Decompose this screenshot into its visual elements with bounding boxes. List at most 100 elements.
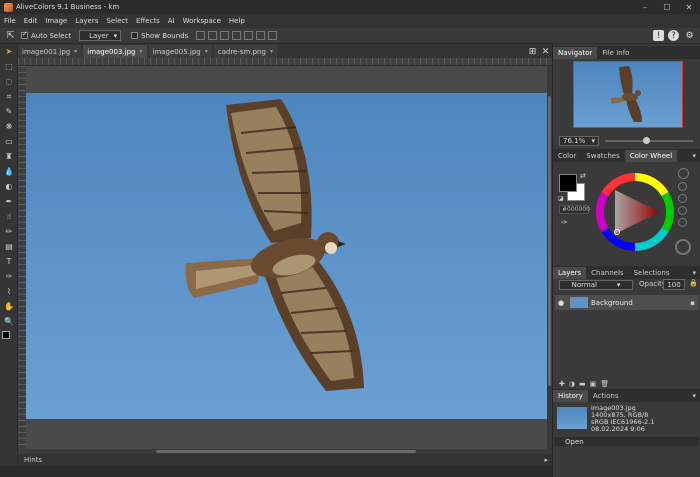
adjustment-layer-icon[interactable]: ◑ (569, 380, 575, 388)
doc-tab-image005[interactable]: image005.jpg ▾ (148, 45, 212, 58)
chevron-right-icon[interactable]: ▸ (544, 456, 548, 464)
lock-icon[interactable]: 🔒 (689, 279, 698, 287)
close-icon[interactable]: ▾ (270, 48, 273, 55)
tab-actions[interactable]: Actions (588, 390, 624, 402)
zoom-select[interactable]: 76.1% ▾ (559, 136, 599, 146)
stamp-tool-icon[interactable]: ♜ (0, 149, 18, 164)
align-top-icon[interactable] (232, 31, 242, 40)
tab-selections[interactable]: Selections (629, 267, 675, 279)
doc-tab-image001[interactable]: image001.jpg ▾ (18, 45, 82, 58)
panel-menu-icon[interactable]: ▾ (687, 267, 700, 279)
tab-navigator[interactable]: Navigator (553, 47, 598, 59)
panel-layout-icon[interactable]: ⊞ (526, 45, 539, 58)
doc-tab-cadre[interactable]: cadre-sm.png ▾ (213, 45, 277, 58)
wheel-shape-icon[interactable] (675, 239, 691, 255)
zoom-tool-icon[interactable]: 🔍 (0, 314, 18, 329)
tab-history[interactable]: History (553, 390, 588, 402)
minimize-button[interactable]: – (634, 0, 656, 14)
alert-icon[interactable]: ! (653, 30, 664, 41)
menu-image[interactable]: Image (45, 17, 67, 25)
eraser-tool-icon[interactable]: ▭ (0, 134, 18, 149)
opacity-select[interactable]: 100 (663, 279, 685, 290)
group-icon[interactable]: ▬ (579, 380, 586, 388)
history-step[interactable]: Open (555, 437, 699, 446)
path-tool-icon[interactable]: ⌇ (0, 284, 18, 299)
move-tool-icon[interactable]: ➤ (0, 44, 18, 59)
distribute-icon[interactable] (268, 31, 278, 40)
align-middle-icon[interactable] (244, 31, 254, 40)
foreground-color-swatch[interactable] (559, 174, 577, 192)
eyedropper-tool-icon[interactable]: ✑ (0, 269, 18, 284)
vertical-scroll-thumb[interactable] (548, 96, 551, 386)
show-bounds-checkbox[interactable] (131, 32, 139, 39)
tab-layers[interactable]: Layers (553, 267, 587, 279)
tool-color-swatches[interactable] (0, 329, 18, 345)
tab-close-icon[interactable]: ✕ (539, 45, 552, 58)
menu-edit[interactable]: Edit (24, 17, 38, 25)
zoom-slider[interactable] (605, 137, 693, 144)
new-layer-icon[interactable]: ▣ (590, 380, 597, 388)
swap-colors-icon[interactable]: ⇄ (580, 172, 586, 180)
lasso-tool-icon[interactable]: ◌ (0, 74, 18, 89)
hand-tool-icon[interactable]: ✋ (0, 299, 18, 314)
auto-select-checkbox[interactable] (21, 30, 28, 39)
align-right-icon[interactable] (220, 31, 230, 40)
hints-bar[interactable]: Hints ▸ (18, 454, 552, 466)
wheel-option-icon[interactable] (678, 206, 687, 215)
hex-color-field[interactable]: #000000 (559, 205, 590, 214)
image-canvas[interactable] (26, 93, 547, 419)
tab-file-info[interactable]: File Info (597, 47, 634, 59)
menu-select[interactable]: Select (106, 17, 128, 25)
clone-tool-icon[interactable]: ❋ (0, 119, 18, 134)
close-icon[interactable]: ▾ (205, 48, 208, 55)
wheel-option-icon[interactable] (678, 182, 687, 191)
selection-tool-icon[interactable]: ⬚ (0, 59, 18, 74)
pencil-tool-icon[interactable]: ✏ (0, 224, 18, 239)
panel-menu-icon[interactable]: ▾ (687, 150, 700, 162)
menu-file[interactable]: File (4, 17, 16, 25)
align-bottom-icon[interactable] (256, 31, 266, 40)
navigator-thumbnail[interactable] (573, 61, 683, 128)
settings-icon[interactable]: ⚙ (683, 29, 696, 42)
wheel-option-icon[interactable] (678, 194, 687, 203)
maximize-button[interactable]: ☐ (656, 0, 678, 14)
menu-help[interactable]: Help (229, 17, 245, 25)
menu-ai[interactable]: AI (168, 17, 175, 25)
brush-tool-icon[interactable]: ✎ (0, 104, 18, 119)
gradient-tool-icon[interactable]: ▤ (0, 239, 18, 254)
menu-effects[interactable]: Effects (136, 17, 160, 25)
wheel-option-icon[interactable] (678, 218, 687, 227)
text-tool-icon[interactable]: T (0, 254, 18, 269)
tool-foreground-swatch[interactable] (2, 331, 10, 339)
tab-swatches[interactable]: Swatches (581, 150, 624, 162)
menu-layers[interactable]: Layers (75, 17, 98, 25)
close-icon[interactable]: ▾ (139, 48, 142, 55)
layer-mode-select[interactable]: Layer ▾ (79, 30, 122, 41)
tab-channels[interactable]: Channels (586, 267, 628, 279)
panel-menu-icon[interactable]: ▾ (687, 390, 700, 402)
align-left-icon[interactable] (196, 31, 206, 40)
wheel-mode-icon[interactable] (678, 168, 689, 179)
blend-mode-select[interactable]: Normal ▾ (559, 280, 633, 290)
eyedropper-icon[interactable]: ✑ (561, 218, 568, 227)
add-effect-icon[interactable]: ✚ (559, 380, 565, 388)
dodge-tool-icon[interactable]: ◐ (0, 179, 18, 194)
align-center-icon[interactable] (208, 31, 218, 40)
crop-tool-icon[interactable]: ⌗ (0, 89, 18, 104)
reset-colors-icon[interactable]: ◪ (558, 195, 564, 202)
layer-row[interactable]: ● Background ▪ (555, 295, 699, 310)
trash-icon[interactable]: 🗑 (600, 380, 609, 388)
doc-tab-image003[interactable]: image003.jpg ▾ (83, 45, 147, 58)
menu-workspace[interactable]: Workspace (183, 17, 221, 25)
pen-tool-icon[interactable]: ✒ (0, 194, 18, 209)
close-icon[interactable]: ▾ (74, 48, 77, 55)
horizontal-scroll-thumb[interactable] (156, 450, 416, 453)
smudge-tool-icon[interactable]: ☝ (0, 209, 18, 224)
close-button[interactable]: ✕ (678, 0, 700, 14)
zoom-slider-knob[interactable] (643, 137, 650, 144)
tab-color-wheel[interactable]: Color Wheel (624, 150, 678, 162)
history-snapshot[interactable]: image003.jpg 1400x875, RGB/8 sRGB IEC619… (555, 405, 699, 433)
color-wheel[interactable] (595, 172, 675, 254)
tab-color[interactable]: Color (553, 150, 581, 162)
blur-tool-icon[interactable]: 💧 (0, 164, 18, 179)
